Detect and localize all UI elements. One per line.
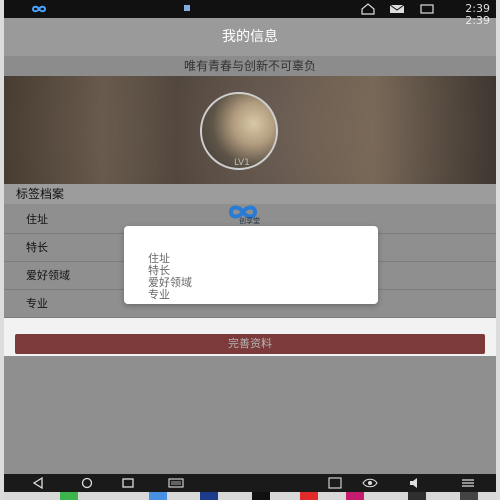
taskbar-app-icon[interactable] [300,492,318,500]
slogan-text: 唯有青春与创新不可辜负 [4,56,496,76]
page-title: 我的信息 [222,29,278,45]
screenshot-icon[interactable] [327,477,343,489]
tag-row-label: 爱好领域 [26,269,70,282]
home-icon[interactable] [79,477,95,489]
window-right-edge [496,0,500,500]
taskbar-app-icon[interactable] [200,492,218,500]
center-logo-text: 创享堂 [239,217,260,225]
center-logo: 创享堂 [225,200,265,226]
taskbar [4,492,496,500]
status-bar: 2:39 [4,0,496,18]
recent-icon[interactable] [120,477,136,489]
home-icon[interactable] [359,3,377,15]
taskbar-app-icon[interactable] [149,492,167,500]
app-screen: 2:39 我的信息 2:39 唯有青春与创新不可辜负 LV1 标签档案 住址 特… [0,0,500,500]
keyboard-icon[interactable] [168,477,184,489]
title-time: 2:39 [465,14,490,27]
taskbar-app-icon[interactable] [408,492,426,500]
back-icon[interactable] [30,477,46,489]
mail-icon[interactable] [388,3,406,15]
taskbar-app-icon[interactable] [460,492,478,500]
tag-row-label: 专业 [26,297,48,310]
taskbar-app-icon[interactable] [346,492,364,500]
tag-options-dialog: 住址 特长 爱好领域 专业 [124,226,378,304]
eye-icon[interactable] [362,477,378,489]
profile-banner: LV1 [4,76,496,184]
taskbar-app-icon[interactable] [60,492,78,500]
complete-profile-button[interactable]: 完善资料 [15,334,485,354]
menu-icon[interactable] [460,477,476,489]
page-title-bar: 我的信息 2:39 [4,14,496,56]
volume-icon[interactable] [408,477,424,489]
dialog-option[interactable]: 专业 [148,286,170,302]
notification-icon [184,5,190,11]
tag-row-label: 住址 [26,213,48,226]
empty-area [4,356,496,474]
taskbar-app-icon[interactable] [252,492,270,500]
tag-row-label: 特长 [26,241,48,254]
navigation-bar [4,474,496,492]
fullscreen-icon[interactable] [418,3,436,15]
app-logo-icon [31,5,47,13]
level-badge: LV1 [234,158,250,168]
